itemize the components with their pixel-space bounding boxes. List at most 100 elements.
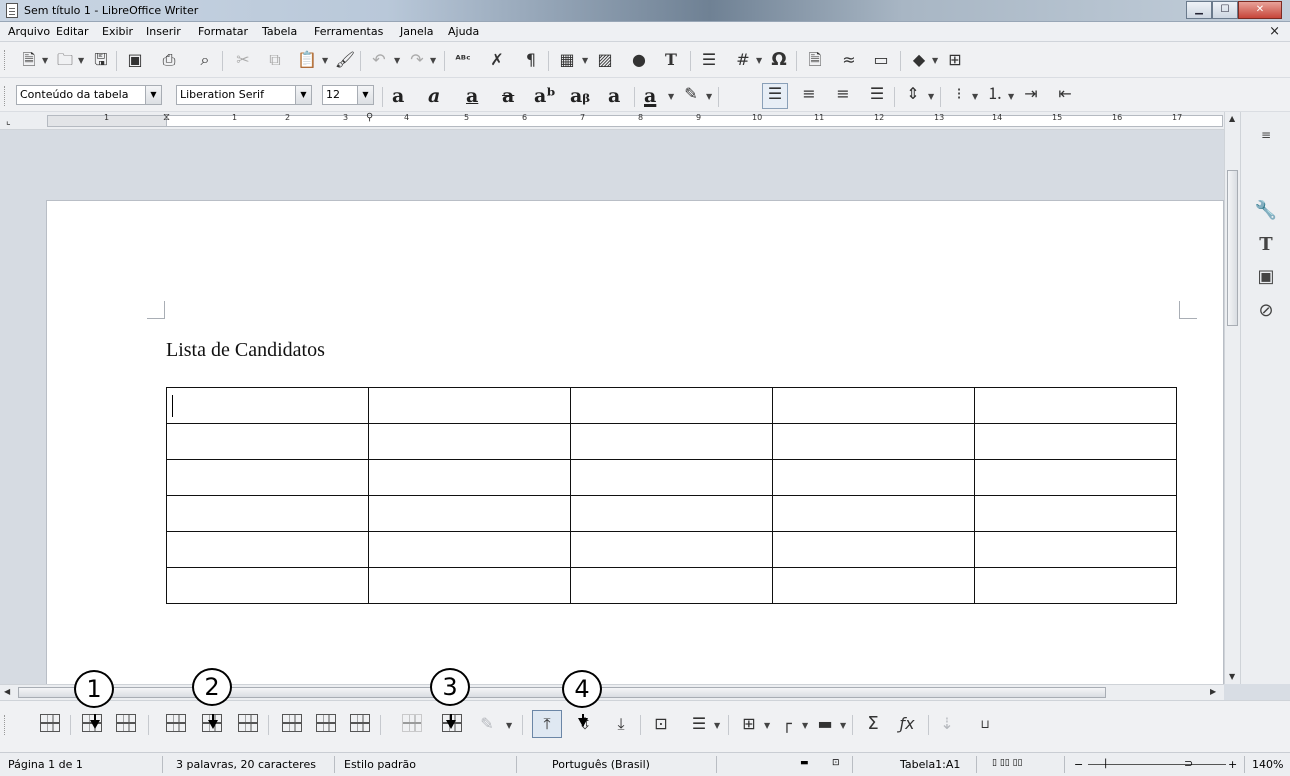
table-properties-icon[interactable] bbox=[40, 714, 60, 732]
print-preview-icon[interactable]: ⌕ bbox=[194, 49, 216, 71]
document-page[interactable]: Lista de Candidatos bbox=[46, 200, 1224, 684]
align-left-icon[interactable]: ☰ bbox=[764, 83, 786, 105]
align-right-icon[interactable]: ≡ bbox=[832, 83, 854, 105]
table-cell[interactable] bbox=[974, 423, 1177, 460]
tab-stop-icon[interactable]: ⌞ bbox=[6, 116, 11, 127]
save-icon[interactable]: 🖫 bbox=[90, 49, 112, 71]
close-window-button[interactable]: ✕ bbox=[1238, 1, 1282, 19]
page-break-icon[interactable]: ☰ bbox=[698, 49, 720, 71]
underline-icon[interactable]: a bbox=[466, 85, 478, 107]
maximize-button[interactable]: ☐ bbox=[1212, 1, 1238, 19]
word-count[interactable]: 3 palavras, 20 caracteres bbox=[176, 758, 316, 771]
chevron-down-icon[interactable]: ▼ bbox=[145, 86, 161, 104]
table-cell[interactable] bbox=[974, 567, 1177, 604]
navigator-icon[interactable]: ⊘ bbox=[1253, 298, 1279, 324]
formatting-marks-icon[interactable]: ¶ bbox=[520, 49, 542, 71]
italic-icon[interactable]: a bbox=[428, 85, 440, 107]
spellcheck-icon[interactable]: ᴬᴮᶜ bbox=[452, 49, 474, 71]
vertical-scroll-thumb[interactable] bbox=[1227, 170, 1238, 326]
chevron-down-icon[interactable]: ▼ bbox=[756, 56, 762, 65]
sidebar-menu-icon[interactable]: ≡ bbox=[1253, 122, 1279, 148]
export-pdf-icon[interactable]: ▣ bbox=[124, 49, 146, 71]
caption-icon[interactable]: ⊔ bbox=[974, 713, 996, 735]
table-cell[interactable] bbox=[570, 387, 773, 424]
table-cell[interactable] bbox=[772, 567, 975, 604]
minimize-button[interactable]: ▁ bbox=[1186, 1, 1212, 19]
comment-icon[interactable]: ▭ bbox=[870, 49, 892, 71]
border-style-icon[interactable]: ┌ bbox=[776, 713, 798, 735]
menu-editar[interactable]: Editar bbox=[56, 25, 89, 38]
bullets-icon[interactable]: ⁝ bbox=[948, 83, 970, 105]
border-color-icon[interactable]: ▬ bbox=[814, 713, 836, 735]
clone-format-icon[interactable]: 🖌 bbox=[334, 49, 356, 71]
insert-mode-icon[interactable]: ▬ bbox=[800, 758, 809, 768]
increase-indent-icon[interactable]: ⇥ bbox=[1020, 83, 1042, 105]
split-cells-icon[interactable] bbox=[316, 714, 336, 732]
table-cell[interactable] bbox=[368, 387, 571, 424]
gallery-icon[interactable]: ▣ bbox=[1253, 264, 1279, 290]
close-document-icon[interactable]: × bbox=[1269, 24, 1280, 39]
table-cell[interactable] bbox=[166, 495, 369, 532]
table-cell[interactable] bbox=[570, 459, 773, 496]
document-heading[interactable]: Lista de Candidatos bbox=[166, 339, 325, 362]
undo-icon[interactable]: ↶ bbox=[368, 49, 390, 71]
justify-icon[interactable]: ☰ bbox=[866, 83, 888, 105]
chevron-down-icon[interactable]: ▼ bbox=[582, 56, 588, 65]
chevron-down-icon[interactable]: ▼ bbox=[928, 92, 934, 101]
chevron-down-icon[interactable]: ▼ bbox=[295, 86, 311, 104]
table-cell[interactable] bbox=[368, 567, 571, 604]
page-style[interactable]: Estilo padrão bbox=[344, 758, 416, 771]
chevron-down-icon[interactable]: ▼ bbox=[802, 721, 808, 730]
table-cell[interactable] bbox=[772, 387, 975, 424]
insert-table-icon[interactable]: ▦ bbox=[556, 49, 578, 71]
footnote-icon[interactable]: ≈ bbox=[838, 49, 860, 71]
numbering-icon[interactable]: ⒈ bbox=[984, 83, 1006, 105]
align-bottom-icon[interactable]: ⤓ bbox=[610, 713, 632, 735]
optimize-icon[interactable] bbox=[350, 714, 370, 732]
merge-cells-icon[interactable] bbox=[282, 714, 302, 732]
scroll-up-icon[interactable]: ▲ bbox=[1229, 114, 1235, 123]
candidates-table[interactable] bbox=[166, 387, 1177, 604]
borders-icon[interactable]: ⊞ bbox=[738, 713, 760, 735]
align-center-icon[interactable]: ≡ bbox=[798, 83, 820, 105]
font-color-icon[interactable]: a bbox=[644, 85, 656, 107]
field-icon[interactable]: # bbox=[732, 49, 754, 71]
hyperlink-icon[interactable]: 🗎 bbox=[804, 49, 826, 71]
decrease-indent-icon[interactable]: ⇤ bbox=[1054, 83, 1076, 105]
table-cell[interactable] bbox=[974, 495, 1177, 532]
horizontal-ruler[interactable]: ⌞ 1 ⧖ 1 2 3 ⚲ 4 5 6 7 8 9 10 11 12 13 14… bbox=[0, 112, 1238, 130]
scroll-left-icon[interactable]: ◀ bbox=[4, 687, 10, 696]
styles-icon[interactable]: T bbox=[1253, 232, 1279, 258]
zoom-slider-track[interactable] bbox=[1088, 764, 1226, 765]
table-cell[interactable] bbox=[570, 531, 773, 568]
zoom-level[interactable]: 140% bbox=[1252, 758, 1283, 771]
table-cell[interactable] bbox=[570, 567, 773, 604]
table-cell[interactable] bbox=[166, 567, 369, 604]
menu-exibir[interactable]: Exibir bbox=[102, 25, 133, 38]
autocorrect-icon[interactable]: ✗ bbox=[486, 49, 508, 71]
menu-tabela[interactable]: Tabela bbox=[262, 25, 297, 38]
zoom-out-icon[interactable]: − bbox=[1074, 758, 1083, 771]
scroll-right-icon[interactable]: ▶ bbox=[1210, 687, 1216, 696]
menu-formatar[interactable]: Formatar bbox=[198, 25, 248, 38]
table-cell[interactable] bbox=[772, 531, 975, 568]
chevron-down-icon[interactable]: ▼ bbox=[972, 92, 978, 101]
properties-icon[interactable]: 🔧 bbox=[1253, 198, 1279, 224]
vertical-scrollbar[interactable]: ▲ ▼ bbox=[1224, 112, 1240, 684]
sum-icon[interactable]: Σ bbox=[862, 713, 884, 735]
shapes-icon[interactable]: ◆ bbox=[908, 49, 930, 71]
chevron-down-icon[interactable]: ▼ bbox=[394, 56, 400, 65]
table-cell[interactable] bbox=[166, 423, 369, 460]
sort-ascending-icon[interactable]: ⇣ bbox=[936, 713, 958, 735]
bold-icon[interactable]: a bbox=[392, 85, 404, 107]
table-cell[interactable] bbox=[368, 495, 571, 532]
copy-icon[interactable]: ⧉ bbox=[264, 49, 286, 71]
menu-arquivo[interactable]: Arquivo bbox=[8, 25, 50, 38]
paste-icon[interactable]: 📋 bbox=[296, 49, 318, 71]
horizontal-scrollbar[interactable]: ◀ ▶ bbox=[0, 684, 1224, 700]
chevron-down-icon[interactable]: ▼ bbox=[1008, 92, 1014, 101]
chevron-down-icon[interactable]: ▼ bbox=[506, 721, 512, 730]
chevron-down-icon[interactable]: ▼ bbox=[42, 56, 48, 65]
table-cell[interactable] bbox=[974, 387, 1177, 424]
page-count[interactable]: Página 1 de 1 bbox=[8, 758, 83, 771]
